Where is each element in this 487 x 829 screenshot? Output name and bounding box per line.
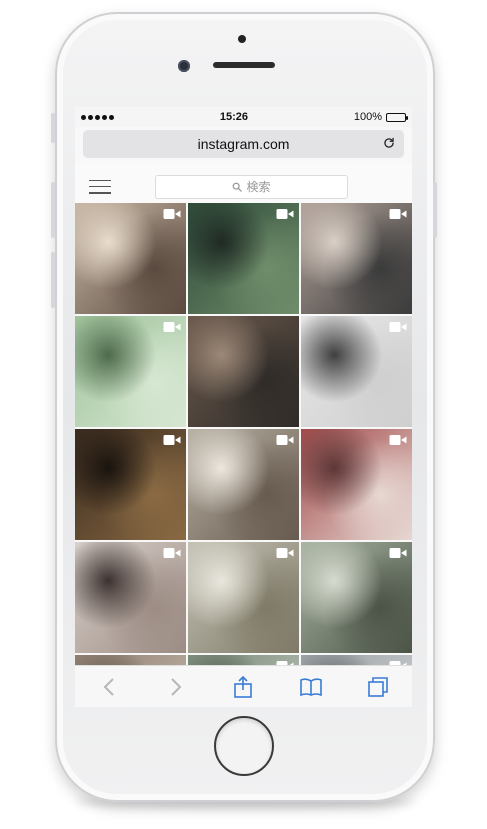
photo-tile[interactable] <box>75 203 186 314</box>
video-camera-icon <box>163 209 181 219</box>
video-camera-icon <box>276 548 294 558</box>
chevron-left-icon <box>103 677 114 696</box>
book-icon <box>300 677 322 696</box>
photo-tile[interactable] <box>301 542 412 653</box>
browser-toolbar <box>75 665 412 707</box>
chevron-right-icon <box>171 677 182 696</box>
address-bar[interactable]: instagram.com <box>83 130 404 158</box>
video-camera-icon <box>276 209 294 219</box>
share-icon <box>234 675 253 698</box>
share-button[interactable] <box>230 674 256 700</box>
photo-tile[interactable] <box>188 316 299 427</box>
photo-tile[interactable] <box>75 542 186 653</box>
front-camera <box>178 60 190 72</box>
video-camera-icon <box>163 322 181 332</box>
home-button[interactable] <box>214 716 274 776</box>
battery-icon <box>386 112 408 122</box>
video-camera-icon <box>276 435 294 445</box>
status-time: 15:26 <box>219 111 248 123</box>
earpiece-speaker <box>213 62 275 68</box>
battery-indicator: 100% <box>353 111 408 123</box>
reload-icon[interactable] <box>382 136 396 150</box>
volume-up-button <box>51 182 55 238</box>
search-input[interactable]: 検索 <box>155 174 348 199</box>
search-placeholder: 検索 <box>246 180 271 194</box>
photo-tile[interactable] <box>301 316 412 427</box>
video-camera-icon <box>389 435 407 445</box>
video-camera-icon <box>389 548 407 558</box>
tabs-button[interactable] <box>365 674 391 700</box>
photo-tile[interactable] <box>188 542 299 653</box>
video-camera-icon <box>389 209 407 219</box>
search-icon <box>233 182 243 192</box>
url-text: instagram.com <box>197 136 290 152</box>
photo-grid <box>75 203 412 707</box>
mute-switch <box>51 113 55 143</box>
back-button[interactable] <box>96 674 122 700</box>
proximity-sensor <box>238 35 246 43</box>
hamburger-menu-icon[interactable] <box>89 179 111 194</box>
photo-tile[interactable] <box>301 429 412 540</box>
forward-button[interactable] <box>163 674 189 700</box>
photo-tile[interactable] <box>301 203 412 314</box>
video-camera-icon <box>163 548 181 558</box>
phone-screen: 15:26 100% instagram.com 検索 <box>75 107 412 707</box>
photo-tile[interactable] <box>188 203 299 314</box>
power-button <box>433 182 437 238</box>
photo-tile[interactable] <box>75 316 186 427</box>
photo-tile[interactable] <box>188 429 299 540</box>
status-bar: 15:26 100% <box>75 107 412 127</box>
battery-percent: 100% <box>353 111 382 123</box>
video-camera-icon <box>163 435 181 445</box>
video-camera-icon <box>389 322 407 332</box>
signal-strength-icon <box>81 114 114 120</box>
bookmarks-button[interactable] <box>298 674 324 700</box>
volume-down-button <box>51 252 55 308</box>
device-mockup: 15:26 100% instagram.com 検索 <box>0 0 487 829</box>
tabs-icon <box>368 676 389 697</box>
photo-tile[interactable] <box>75 429 186 540</box>
